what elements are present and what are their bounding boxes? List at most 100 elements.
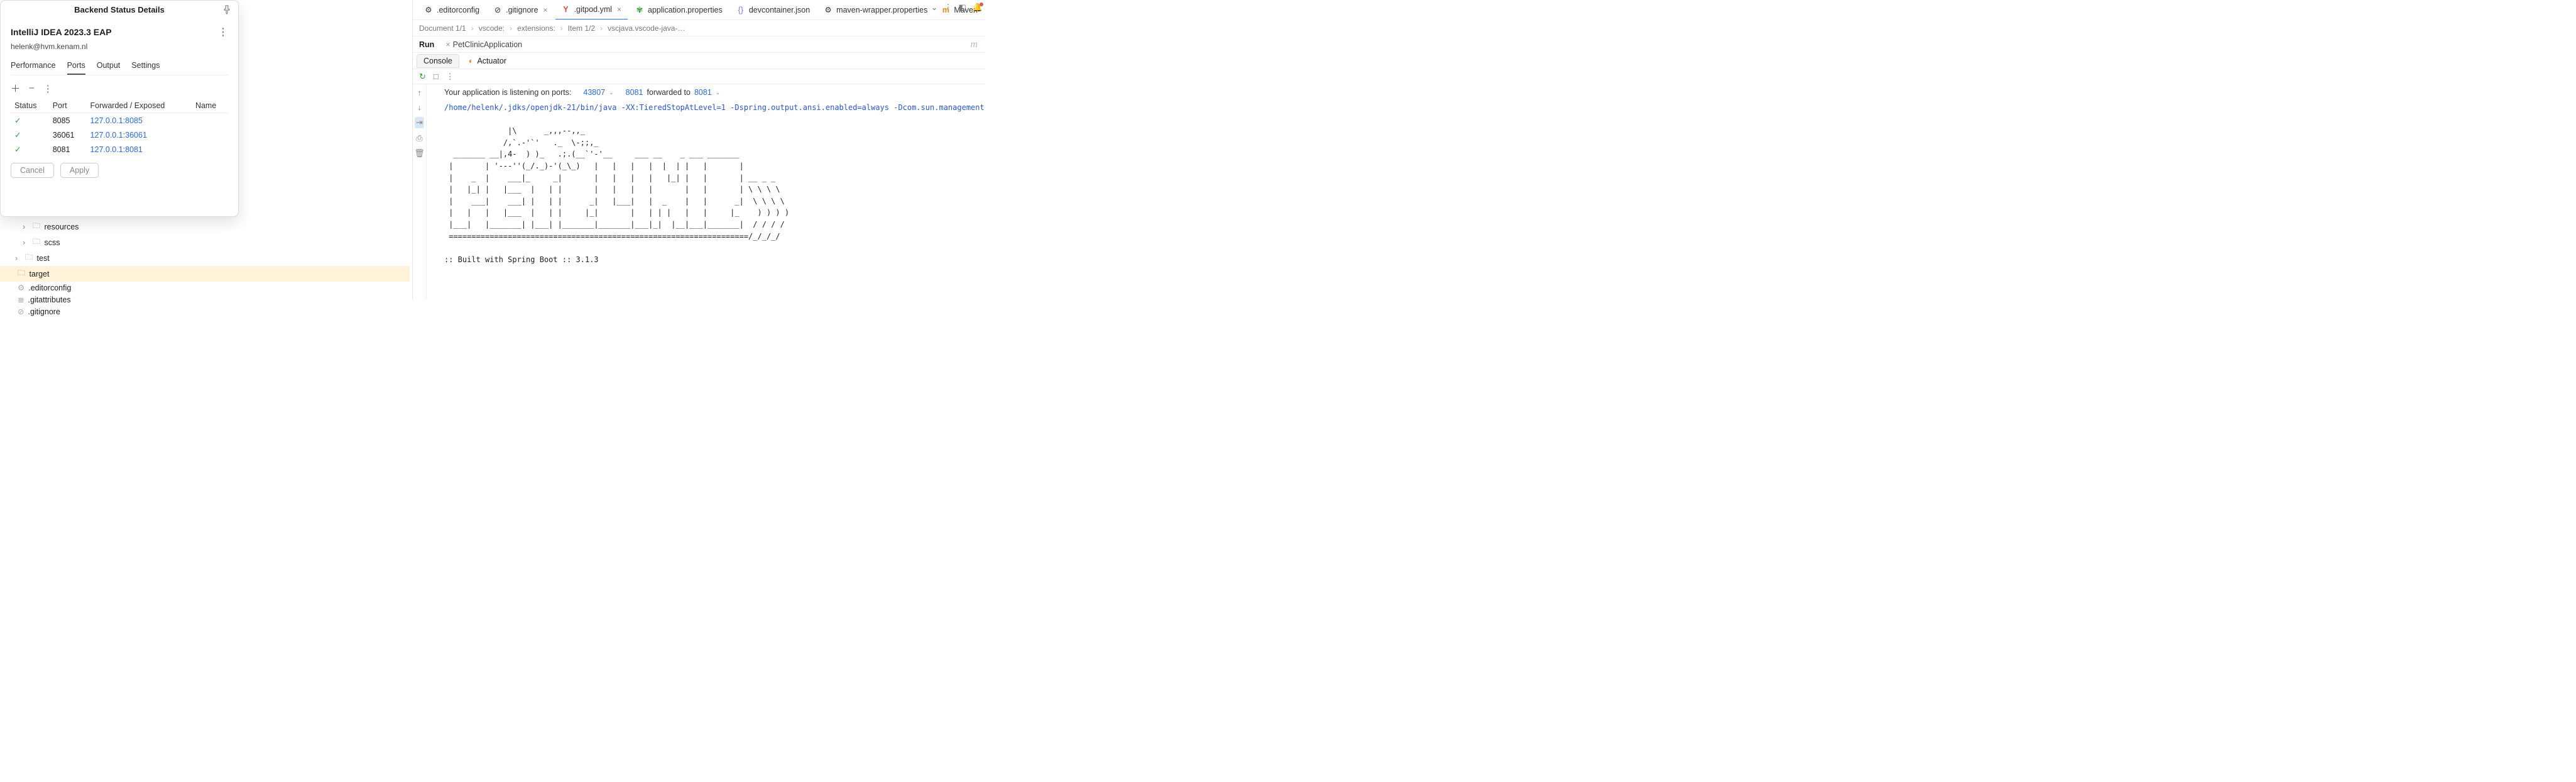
filetype-icon: {} [736, 6, 745, 14]
breadcrumb-sep: › [471, 24, 474, 33]
more-vert-icon[interactable]: ⋮ [446, 72, 454, 82]
subtab-console[interactable]: Console [417, 54, 459, 68]
apply-button[interactable]: Apply [60, 163, 99, 178]
kebab-icon[interactable]: ⋮ [944, 3, 952, 13]
status-ok-icon: ✓ [11, 142, 49, 157]
status-ok-icon: ✓ [11, 113, 49, 128]
file-icon: ⊘ [18, 307, 24, 316]
table-row[interactable]: ✓36061127.0.0.1:36061 [11, 128, 228, 142]
scroll-up-icon[interactable]: ↑ [417, 88, 422, 97]
close-icon[interactable]: × [617, 5, 621, 14]
console-subtabs: Console ◐ Actuator [413, 53, 985, 69]
kebab-icon[interactable]: ⋮ [218, 26, 228, 38]
folder-icon: 🗀 [33, 236, 41, 249]
cancel-button[interactable]: Cancel [11, 163, 54, 178]
notifications-icon[interactable]: 🔔 [973, 3, 983, 13]
console-toolbar: ↻ □ ⋮ [413, 69, 985, 84]
scroll-down-icon[interactable]: ↓ [417, 102, 422, 112]
tab-label: devcontainer.json [749, 6, 810, 14]
folder-icon: 🗀 [18, 267, 26, 280]
filetype-icon: ⊘ [493, 6, 502, 14]
product-name: IntelliJ IDEA 2023.3 EAP [11, 27, 112, 37]
name-cell [192, 113, 228, 128]
name-cell [192, 128, 228, 142]
chevron-right-icon: › [23, 223, 29, 231]
popup-header: Backend Status Details [1, 1, 238, 18]
run-label: Run [417, 40, 437, 49]
tree-file[interactable]: ⚙.editorconfig [0, 282, 410, 294]
user-email: helenk@hvm.kenam.nl [11, 42, 228, 51]
name-cell [192, 142, 228, 157]
more-icon[interactable]: ⋮ [43, 83, 53, 94]
table-row[interactable]: ✓8081127.0.0.1:8081 [11, 142, 228, 157]
forward-link[interactable]: 127.0.0.1:8085 [90, 116, 143, 125]
stop-icon[interactable]: □ [434, 72, 439, 81]
tree-folder[interactable]: 🗀target [0, 266, 410, 282]
close-icon[interactable]: × [445, 40, 450, 49]
close-icon[interactable]: × [543, 6, 548, 14]
remove-icon[interactable]: − [29, 83, 35, 94]
project-tree[interactable]: ›🗀resources›🗀scss›🗀test🗀target⚙.editorco… [0, 219, 410, 317]
editor-tab[interactable]: ⚙.editorconfig [418, 0, 486, 20]
trash-icon[interactable]: 🗑 [414, 148, 425, 158]
breadcrumb-part[interactable]: vscjava.vscode-java-… [608, 24, 685, 33]
add-icon[interactable]: ＋ [11, 82, 20, 95]
status-ok-icon: ✓ [11, 128, 49, 142]
tree-folder[interactable]: ›🗀scss [0, 234, 410, 250]
tree-label: resources [45, 223, 79, 231]
chevron-down-icon[interactable]: ⌄ [716, 89, 721, 96]
breadcrumb[interactable]: Document 1/1 › vscode: › extensions: › I… [413, 20, 985, 36]
port-link[interactable]: 8081 [694, 88, 712, 97]
col-name: Name [192, 99, 228, 113]
panel-icon[interactable]: ◧ [959, 3, 966, 13]
filetype-icon: ⚙ [824, 6, 832, 14]
tree-folder[interactable]: ›🗀test [0, 250, 410, 266]
tab-output[interactable]: Output [97, 60, 121, 75]
pin-icon[interactable] [222, 4, 232, 14]
tree-file[interactable]: ≣.gitattributes [0, 294, 410, 306]
tab-performance[interactable]: Performance [11, 60, 56, 75]
meta-m-icon[interactable]: m [970, 39, 981, 50]
editor-tab[interactable]: Y .gitpod.yml × [555, 0, 628, 20]
editor-tab[interactable]: {} devcontainer.json [730, 0, 816, 20]
editor-tab[interactable]: ⚙maven-wrapper.properties [817, 0, 934, 20]
tree-folder[interactable]: ›🗀resources [0, 219, 410, 234]
run-config-tab[interactable]: × PetClinicApplication [442, 40, 526, 49]
chevron-down-icon[interactable]: ⌄ [931, 3, 938, 13]
subtab-actuator[interactable]: ◐ Actuator [462, 54, 513, 68]
port-link[interactable]: 8081 [626, 88, 643, 97]
port-link[interactable]: 43807 [583, 88, 605, 97]
run-config-name: PetClinicApplication [453, 40, 522, 49]
filetype-icon: ✾ [635, 6, 644, 14]
actuator-icon: ◐ [469, 57, 474, 65]
forward-link[interactable]: 127.0.0.1:36061 [90, 131, 147, 140]
soft-wrap-icon[interactable]: ⇥ [415, 117, 424, 128]
chevron-down-icon[interactable]: ⌄ [609, 89, 614, 96]
breadcrumb-part[interactable]: vscode: [479, 24, 505, 33]
editor-tab[interactable]: ✾application.properties [629, 0, 729, 20]
tab-label: .gitpod.yml [574, 5, 612, 14]
editor-tabs: ⚙.editorconfig⊘.gitignore× Y .gitpod.yml × ✾… [413, 0, 985, 20]
run-tool-window-tabs: Run × PetClinicApplication m [413, 36, 985, 53]
breadcrumb-part[interactable]: Item 1/2 [568, 24, 595, 33]
rerun-icon[interactable]: ↻ [419, 72, 426, 82]
editor-tab[interactable]: ⊘.gitignore× [487, 0, 554, 20]
tree-label: .editorconfig [28, 284, 71, 292]
tab-settings[interactable]: Settings [131, 60, 160, 75]
console-log: /home/helenk/.jdks/openjdk-21/bin/java -… [433, 102, 979, 265]
backend-status-popup: Backend Status Details IntelliJ IDEA 202… [0, 0, 239, 217]
tree-file[interactable]: ⊘ .gitignore [0, 306, 410, 317]
forward-link[interactable]: 127.0.0.1:8081 [90, 145, 143, 154]
tab-ports[interactable]: Ports [67, 60, 85, 75]
breadcrumb-doc: Document 1/1 [419, 24, 466, 33]
tree-label: .gitignore [28, 307, 60, 316]
tree-label: test [37, 254, 50, 263]
chevron-right-icon: › [23, 238, 29, 247]
filetype-icon: Y [562, 5, 570, 14]
console-content[interactable]: Your application is listening on ports: … [427, 84, 985, 299]
ports-table: Status Port Forwarded / Exposed Name ✓80… [11, 99, 228, 157]
table-row[interactable]: ✓8085127.0.0.1:8085 [11, 113, 228, 128]
breadcrumb-part[interactable]: extensions: [517, 24, 555, 33]
print-icon[interactable]: ⎙ [416, 133, 422, 143]
col-status: Status [11, 99, 49, 113]
